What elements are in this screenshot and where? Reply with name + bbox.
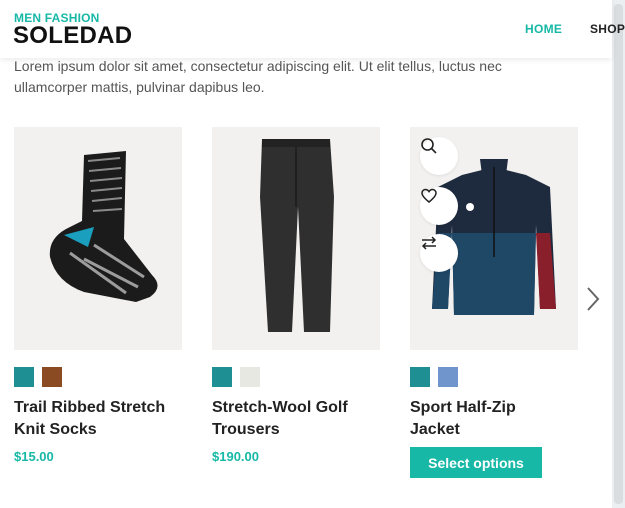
product-card: Stretch-Wool Golf Trousers $190.00: [212, 127, 380, 464]
site-logo[interactable]: SOLEDAD: [13, 22, 132, 50]
chevron-right-icon[interactable]: [585, 286, 601, 312]
select-options-button[interactable]: Select options: [410, 447, 542, 478]
product-title-line1[interactable]: Trail Ribbed Stretch: [14, 399, 165, 416]
product-image[interactable]: [410, 127, 578, 350]
color-swatches: [14, 367, 62, 387]
wishlist-button[interactable]: [420, 187, 458, 225]
product-title-line2[interactable]: Jacket: [410, 421, 460, 438]
compare-button[interactable]: [420, 234, 458, 272]
scrollbar-thumb[interactable]: [614, 4, 623, 504]
heart-icon: [421, 188, 437, 203]
color-swatches: [410, 367, 458, 387]
product-title-line2[interactable]: Trousers: [212, 421, 280, 438]
swatch-teal[interactable]: [212, 367, 232, 387]
swatch-blue[interactable]: [438, 367, 458, 387]
product-title[interactable]: Stretch-Wool Golf Trousers: [212, 397, 380, 441]
product-title-line1[interactable]: Sport Half-Zip: [410, 399, 516, 416]
swatch-teal[interactable]: [14, 367, 34, 387]
product-title-line2[interactable]: Knit Socks: [14, 421, 97, 438]
product-title[interactable]: Trail Ribbed Stretch Knit Socks: [14, 397, 182, 441]
sock-image: [49, 151, 158, 302]
product-price: $190.00: [212, 449, 259, 464]
site-header: MEN FASHION SOLEDAD HOME SHOP: [0, 0, 625, 58]
color-swatches: [212, 367, 260, 387]
trousers-image: [260, 139, 334, 332]
swatch-brown[interactable]: [42, 367, 62, 387]
swatch-teal[interactable]: [410, 367, 430, 387]
compare-icon: [421, 236, 437, 250]
product-image[interactable]: [14, 127, 182, 350]
intro-text: Lorem ipsum dolor sit amet, consectetur …: [14, 58, 502, 95]
swatch-light[interactable]: [240, 367, 260, 387]
product-card: Sport Half-Zip Jacket Select options: [410, 127, 578, 478]
product-card: Trail Ribbed Stretch Knit Socks $15.00: [14, 127, 182, 464]
product-title[interactable]: Sport Half-Zip Jacket: [410, 397, 578, 441]
product-price: $15.00: [14, 449, 54, 464]
product-title-line1[interactable]: Stretch-Wool Golf: [212, 399, 348, 416]
scrollbar[interactable]: [612, 0, 625, 508]
product-image[interactable]: [212, 127, 380, 350]
nav-home[interactable]: HOME: [525, 22, 562, 36]
search-icon: [421, 138, 437, 154]
nav-shop[interactable]: SHOP: [590, 22, 625, 36]
quick-view-button[interactable]: [420, 137, 458, 175]
